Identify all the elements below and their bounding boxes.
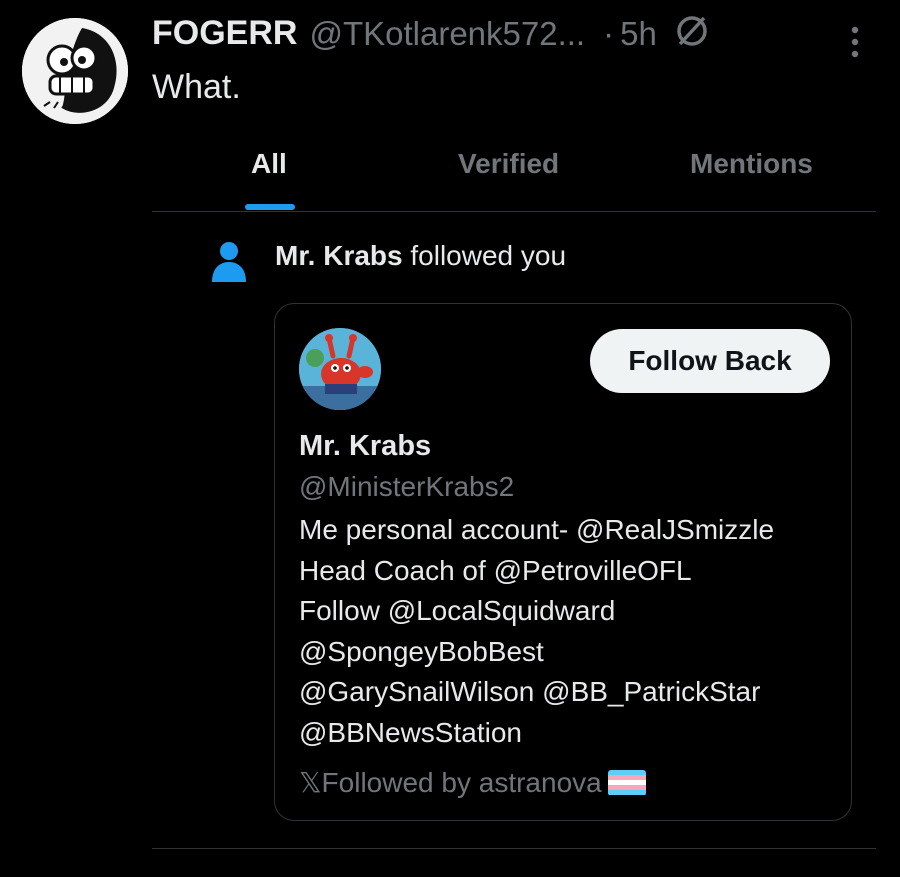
person-icon [208,240,250,284]
notification-actor[interactable]: Mr. Krabs [275,240,403,271]
trans-flag-icon [607,769,646,796]
bottom-divider [152,848,876,849]
no-symbol-icon [675,14,709,53]
card-avatar[interactable] [299,328,381,410]
followed-by[interactable]: 𝕏Followed by astranova [299,766,646,799]
bio-line: Head Coach of @PetrovilleOFL [299,554,692,586]
tabs-divider [152,211,876,212]
follow-back-button[interactable]: Follow Back [590,329,830,393]
post-text: What. [152,68,241,106]
bio-line: @GarySnailWilson @BB_PatrickStar [299,676,761,707]
tab-verified[interactable]: Verified [458,148,559,180]
separator-dot: · [603,14,615,52]
author-avatar[interactable] [22,18,128,124]
followed-by-text: 𝕏Followed by astranova [299,767,602,798]
tab-mentions[interactable]: Mentions [690,148,813,180]
active-tab-indicator [245,204,295,210]
cartoon-face-avatar-icon [22,18,128,124]
author-name[interactable]: FOGERR [152,14,297,53]
notification-text[interactable]: Mr. Krabs followed you [275,240,566,272]
post-header: FOGERR @TKotlarenk572... · 5h [152,14,709,53]
bio-line: Follow @LocalSquidward [299,595,616,626]
notification-action: followed you [410,240,567,271]
card-user-handle[interactable]: @MinisterKrabs2 [299,471,514,503]
post-time[interactable]: 5h [620,15,657,53]
tab-all[interactable]: All [251,148,287,180]
card-user-name[interactable]: Mr. Krabs [299,430,431,463]
bio-line: @BBNewsStation [299,716,522,748]
card-bio: Me personal account- @RealJSmizzle Head … [299,510,844,753]
author-handle[interactable]: @TKotlarenk572... [309,15,585,53]
crab-avatar-icon [299,328,381,410]
vertical-dots-icon[interactable] [838,22,872,62]
bio-line: Me personal account- @RealJSmizzle [299,514,775,545]
bio-line: @SpongeyBobBest [299,635,544,667]
